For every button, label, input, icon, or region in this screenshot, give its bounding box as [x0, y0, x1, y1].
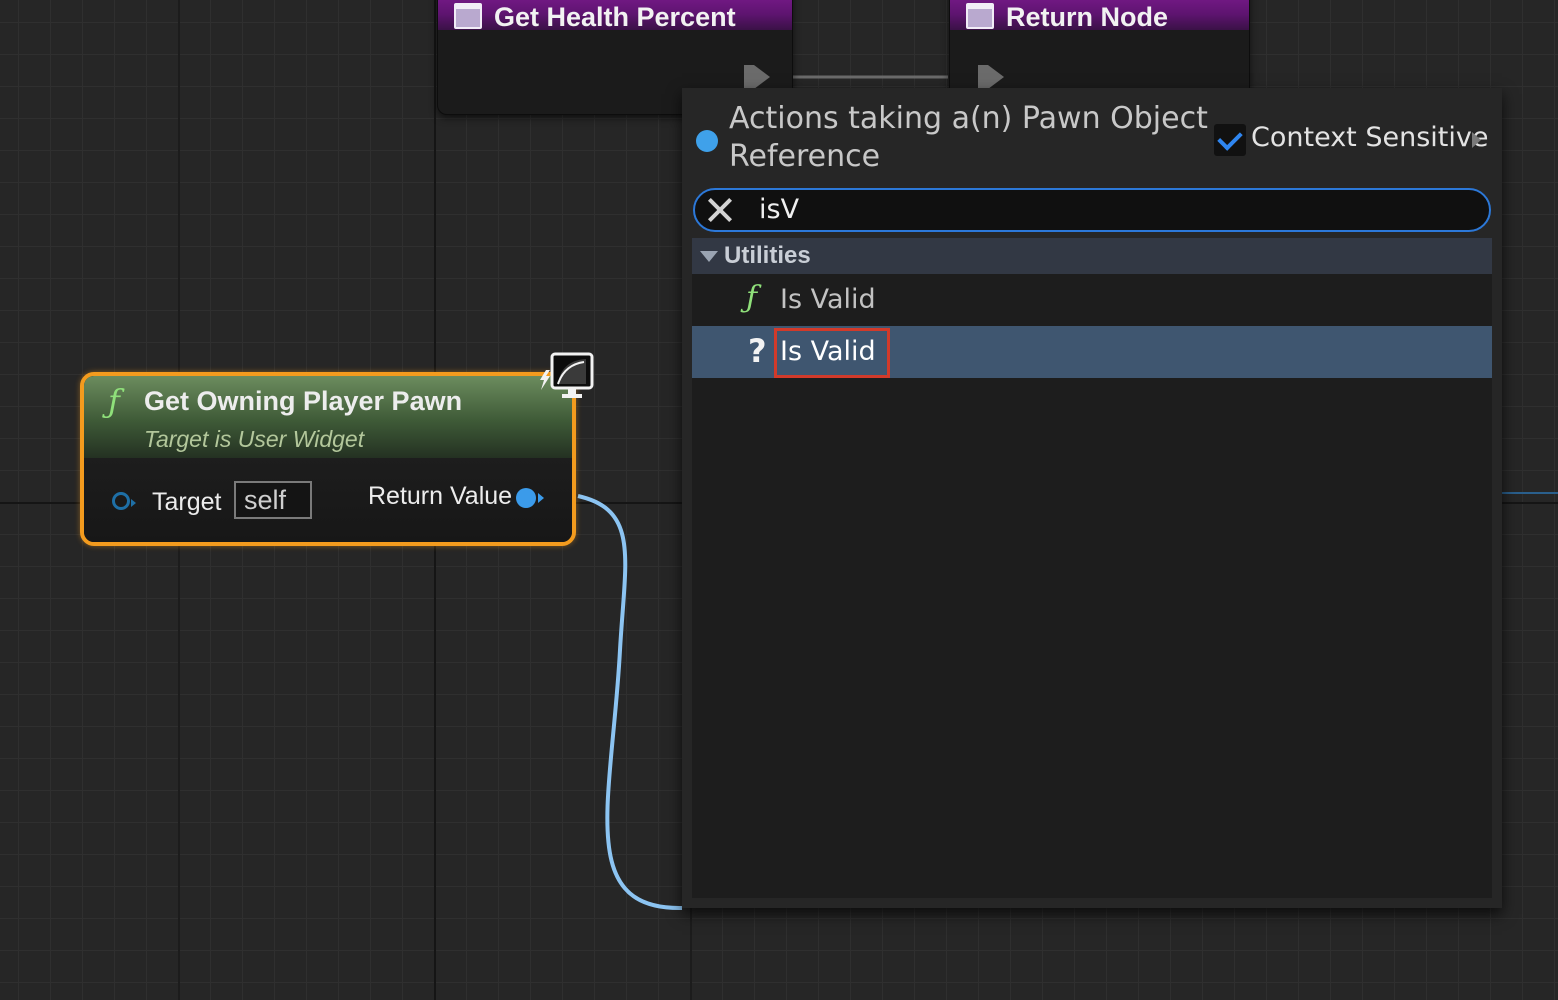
- chevron-right-icon[interactable]: [1472, 132, 1481, 148]
- category-label: Utilities: [724, 242, 811, 269]
- networked-monitor-icon: [540, 352, 594, 398]
- function-icon: ƒ: [746, 280, 758, 315]
- action-list[interactable]: Utilities ƒ Is Valid ? Is Valid: [692, 238, 1492, 898]
- object-reference-pin-icon: [696, 130, 718, 152]
- search-field[interactable]: isV: [693, 188, 1491, 232]
- context-sensitive-checkbox[interactable]: [1214, 124, 1246, 156]
- function-graph-icon: [454, 3, 482, 29]
- exec-out-pin[interactable]: [744, 65, 770, 89]
- action-item-is-valid-function[interactable]: ƒ Is Valid: [692, 274, 1492, 326]
- node-header: Return Node: [950, 0, 1249, 32]
- dragged-object-wire: [577, 494, 683, 911]
- return-value-pin[interactable]: [516, 488, 544, 508]
- action-item-label: Is Valid: [780, 284, 876, 315]
- node-subtitle: Target is User Widget: [144, 426, 365, 452]
- node-header: ƒ Get Owning Player Pawn Target is User …: [84, 376, 572, 458]
- target-default-field[interactable]: self: [234, 481, 312, 519]
- node-title: Get Owning Player Pawn: [144, 386, 463, 416]
- function-icon: ƒ: [108, 382, 120, 420]
- node-header: Get Health Percent: [438, 0, 792, 32]
- highlight-box: [774, 328, 890, 378]
- action-menu[interactable]: Actions taking a(n) Pawn Object Referenc…: [682, 88, 1502, 908]
- clear-search-icon[interactable]: [705, 195, 735, 225]
- question-mark-icon: ?: [748, 332, 767, 370]
- target-input-pin[interactable]: [112, 492, 136, 510]
- node-return[interactable]: Return Node: [949, 0, 1250, 101]
- return-value-label: Return Value: [368, 482, 513, 510]
- exec-in-pin[interactable]: [978, 65, 1004, 89]
- action-menu-title: Actions taking a(n) Pawn Object Referenc…: [729, 101, 1208, 174]
- node-get-owning-player-pawn[interactable]: ƒ Get Owning Player Pawn Target is User …: [80, 372, 576, 546]
- node-title: Return Node: [1006, 2, 1168, 32]
- target-pin-label: Target: [152, 488, 222, 516]
- search-input[interactable]: isV: [759, 194, 799, 225]
- action-item-is-valid-macro[interactable]: ? Is Valid: [692, 326, 1492, 378]
- chevron-down-icon[interactable]: [700, 251, 718, 262]
- context-sensitive-label[interactable]: Context Sensitive: [1251, 122, 1488, 153]
- category-utilities[interactable]: Utilities: [692, 238, 1492, 274]
- function-graph-icon: [966, 3, 994, 29]
- node-title: Get Health Percent: [494, 2, 736, 32]
